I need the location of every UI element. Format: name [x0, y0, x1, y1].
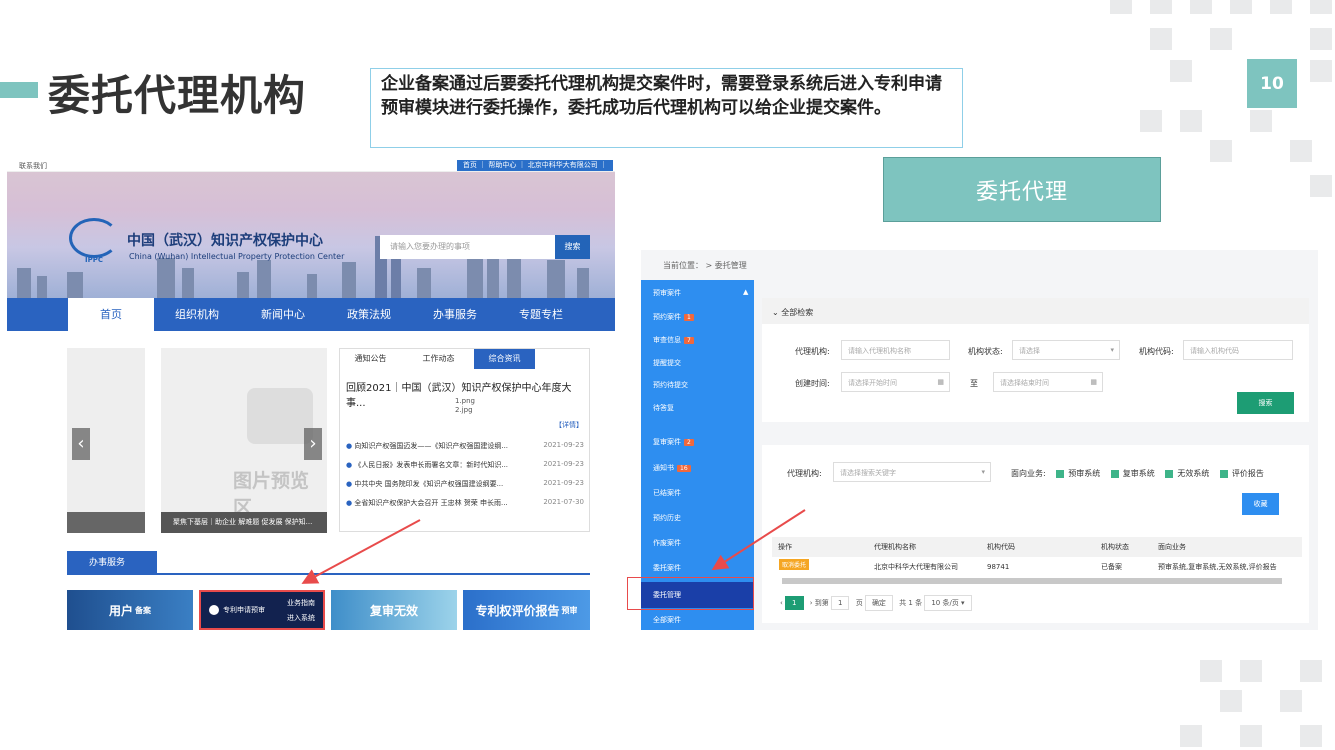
annotation-arrows: [301, 509, 806, 584]
arrow-to-entrust-management: [711, 509, 806, 571]
arrow-to-prereview: [301, 519, 421, 584]
